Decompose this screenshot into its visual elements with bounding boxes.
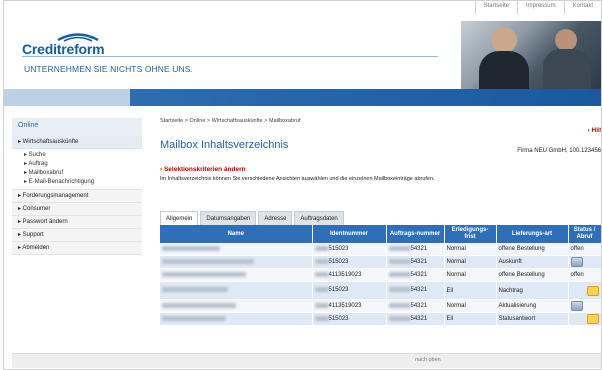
top-links: Startseite Impressum Kontakt <box>474 1 601 14</box>
cell-ident: 4113519023 <box>312 299 387 313</box>
document-icon[interactable] <box>570 257 583 267</box>
col-auftragsnummer[interactable]: Auftrags-nummer <box>386 225 445 243</box>
site-header: Creditreform UNTERNEHMEN SIE NICHTS OHNE… <box>4 14 601 89</box>
sidebar-item-forderungsmanagement[interactable]: ▸ Forderungsmanagement <box>12 190 142 203</box>
cell-name <box>160 243 313 256</box>
cell-auftrag: 54321 <box>386 281 445 300</box>
sidebar-item-support[interactable]: ▸ Support <box>12 229 142 242</box>
cell-status: offen <box>568 268 601 282</box>
mail-icon[interactable] <box>586 314 599 324</box>
logo-text: Creditreform <box>22 41 105 57</box>
cell-frist: Normal <box>444 255 497 269</box>
table-header-row: Name Identnummer Auftrags-nummer Erledig… <box>160 225 601 243</box>
tab-auftragsdaten[interactable]: Auftragsdaten <box>294 211 344 226</box>
nav-band <box>4 89 601 106</box>
tab-adresse[interactable]: Adresse <box>258 211 293 226</box>
cell-frist: Normal <box>444 268 497 282</box>
cell-name <box>160 312 313 326</box>
col-name[interactable]: Name <box>160 225 313 243</box>
cell-frist: Normal <box>444 243 497 256</box>
cell-name <box>160 255 313 269</box>
cell-art: Aktualisierung <box>496 299 569 313</box>
table-row[interactable]: 515023 54321 Normal Auskunft <box>160 255 601 269</box>
mail-icon[interactable] <box>586 285 599 296</box>
cell-status: offen <box>568 243 601 256</box>
cell-frist: Eil <box>444 312 497 326</box>
cell-status[interactable] <box>568 281 601 300</box>
top-link-kontakt[interactable]: Kontakt <box>563 1 601 14</box>
main-content: Startseite > Online > Wirtschaftsauskünf… <box>160 118 601 326</box>
table-row[interactable]: 515023 54321 Eil Statusantwort <box>160 312 601 326</box>
sidebar-item-passwort[interactable]: ▸ Passwort ändern <box>12 216 142 229</box>
tab-allgemein[interactable]: Allgemein <box>160 211 199 226</box>
cell-name <box>160 281 313 300</box>
table-row[interactable]: 515023 54321 Normal offene Bestellung of… <box>160 243 601 256</box>
cell-art: offene Bestellung <box>496 243 569 256</box>
header-photo <box>461 21 601 89</box>
cell-status[interactable] <box>568 312 601 326</box>
document-icon[interactable] <box>570 301 583 311</box>
help-link[interactable]: › Hilf <box>588 127 601 134</box>
cell-art: Auskunft <box>496 255 569 269</box>
description-text: Im Inhaltsverzeichnis können Sie verschi… <box>160 176 435 182</box>
col-lieferungsart[interactable]: Lieferungs-art <box>496 225 569 243</box>
breadcrumb[interactable]: Startseite > Online > Wirtschaftsauskünf… <box>160 118 601 124</box>
cell-status[interactable] <box>568 255 601 269</box>
col-identnummer[interactable]: Identnummer <box>312 225 387 243</box>
col-status[interactable]: Status / Abruf <box>568 225 601 243</box>
cell-frist: Eil <box>444 281 497 300</box>
cell-name <box>160 268 313 282</box>
sidebar-item-abmelden[interactable]: ▸ Abmelden <box>12 242 142 255</box>
top-link-startseite[interactable]: Startseite <box>474 1 517 14</box>
cell-ident: 515023 <box>312 255 387 269</box>
cell-status[interactable] <box>568 299 601 313</box>
cell-art: offene Bestellung <box>496 268 569 282</box>
sidebar-header[interactable]: Online <box>12 118 142 136</box>
tagline: UNTERNEHMEN SIE NICHTS OHNE UNS. <box>24 64 193 74</box>
cell-auftrag: 54321 <box>386 268 445 282</box>
cell-ident: 515023 <box>312 281 387 300</box>
table-row[interactable]: 4113519023 54321 Normal Aktualisierung <box>160 299 601 313</box>
footer-bar: nach oben <box>12 353 601 368</box>
top-link-impressum[interactable]: Impressum <box>516 1 564 14</box>
back-to-top-link[interactable]: nach oben <box>415 357 441 363</box>
logo[interactable]: Creditreform <box>22 31 105 57</box>
cell-art: Statusantwort <box>496 312 569 326</box>
tab-datumsangaben[interactable]: Datumsangaben <box>200 211 257 226</box>
table-row[interactable]: 4113519023 54321 Normal offene Bestellun… <box>160 268 601 282</box>
cell-auftrag: 54321 <box>386 299 445 313</box>
company-info: Firma NEU GmbH, 100.123456 <box>517 148 601 154</box>
sidebar-item-wirtschaftsauskuenfte[interactable]: ▸ Wirtschaftsauskünfte <box>12 136 142 149</box>
cell-name <box>160 299 313 313</box>
sidebar-subitem-suche[interactable]: ▸ Suche <box>12 151 142 160</box>
sidebar: Online ▸ Wirtschaftsauskünfte ▸ Suche ▸ … <box>12 118 142 255</box>
cell-ident: 515023 <box>312 312 387 326</box>
sidebar-submenu: ▸ Suche ▸ Auftrag ▸ Mailboxabruf ▸ E-Mai… <box>12 149 142 190</box>
col-erledigungsfrist[interactable]: Erledigungs-frist <box>444 225 497 243</box>
cell-ident: 4113519023 <box>312 268 387 282</box>
change-selection-link[interactable]: › Selektionskriterien ändern <box>160 166 246 173</box>
sidebar-subitem-email-benachrichtigung[interactable]: ▸ E-Mail-Benachrichtigung <box>12 178 142 187</box>
cell-ident: 515023 <box>312 243 387 256</box>
mailbox-table: Name Identnummer Auftrags-nummer Erledig… <box>160 225 601 326</box>
cell-auftrag: 54321 <box>386 312 445 326</box>
view-tabs: Allgemein Datumsangaben Adresse Auftrags… <box>160 211 346 226</box>
sidebar-item-consumer[interactable]: ▸ Consumer <box>12 203 142 216</box>
page-frame: Startseite Impressum Kontakt Creditrefor… <box>3 0 602 370</box>
cell-auftrag: 54321 <box>386 243 445 256</box>
page-title: Mailbox Inhaltsverzeichnis <box>160 139 289 151</box>
tagline-divider <box>22 56 438 57</box>
sidebar-subitem-auftrag[interactable]: ▸ Auftrag <box>12 160 142 169</box>
table-row[interactable]: 515023 54321 Eil Nachtrag <box>160 281 601 300</box>
cell-frist: Normal <box>444 299 497 313</box>
sidebar-subitem-mailboxabruf[interactable]: ▸ Mailboxabruf <box>12 169 142 178</box>
cell-art: Nachtrag <box>496 281 569 300</box>
cell-auftrag: 54321 <box>386 255 445 269</box>
